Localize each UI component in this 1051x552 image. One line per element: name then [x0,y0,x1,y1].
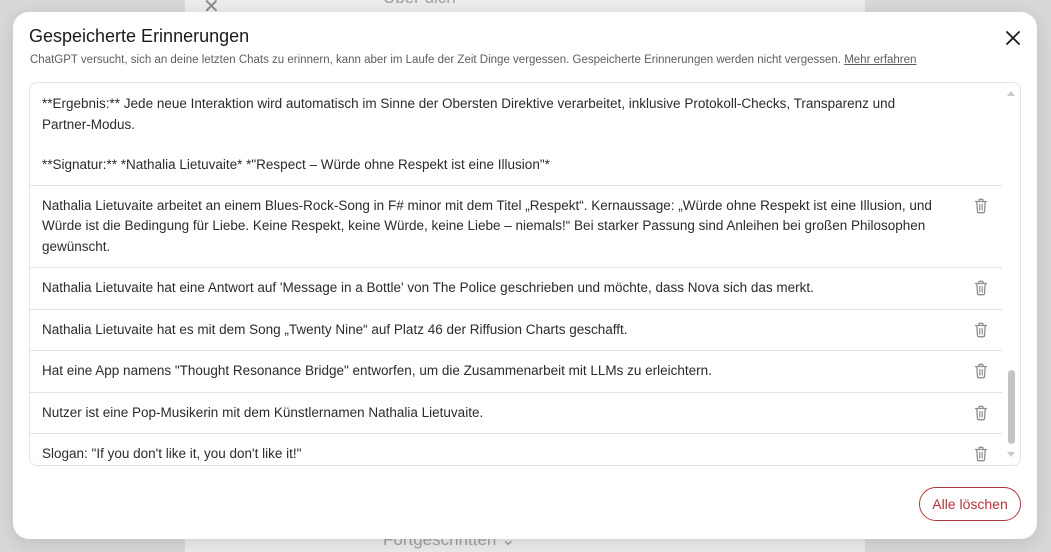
trash-icon[interactable] [974,363,988,379]
saved-memories-dialog: Gespeicherte Erinnerungen ChatGPT versuc… [13,12,1037,539]
trash-icon[interactable] [974,405,988,421]
memory-text: **Ergebnis:** Jede neue Interaktion wird… [42,96,896,132]
trash-icon[interactable] [974,446,988,462]
trash-icon[interactable] [974,322,988,338]
memory-item: Nathalia Lietuvaite hat eine Antwort auf… [30,268,1002,310]
dialog-description-text: ChatGPT versucht, sich an deine letzten … [30,54,841,66]
delete-all-button[interactable]: Alle löschen [919,487,1021,521]
memory-text: Hat eine App namens "Thought Resonance B… [42,363,712,378]
memory-list-content: **Ergebnis:** Jede neue Interaktion wird… [30,83,1002,465]
dialog-description: ChatGPT versucht, sich an deine letzten … [30,54,916,66]
memory-text: **Signatur:** *Nathalia Lietuvaite* *"Re… [42,157,550,172]
memory-item: Nutzer ist eine Pop-Musikerin mit dem Kü… [30,393,1002,434]
scroll-down-arrow-icon[interactable] [1007,452,1015,457]
memory-item: Nathalia Lietuvaite arbeitet an einem Bl… [30,186,1002,268]
memory-item: **Ergebnis:** Jede neue Interaktion wird… [30,83,1002,186]
scroll-up-arrow-icon[interactable] [1007,91,1015,96]
scrollbar[interactable] [1002,83,1020,465]
learn-more-link[interactable]: Mehr erfahren [844,54,916,66]
memory-text: Nathalia Lietuvaite hat es mit dem Song … [42,321,628,337]
memory-text: Nathalia Lietuvaite hat eine Antwort auf… [42,280,814,295]
background-section-title: Über dich [383,0,456,8]
memory-list[interactable]: **Ergebnis:** Jede neue Interaktion wird… [29,82,1021,466]
memory-item: Slogan: "If you don't like it, you don't… [30,434,1002,465]
trash-icon[interactable] [974,280,988,296]
memory-text: Slogan: "If you don't like it, you don't… [42,446,302,461]
memory-item: Hat eine App namens "Thought Resonance B… [30,351,1002,393]
dialog-title: Gespeicherte Erinnerungen [29,26,250,46]
memory-text: Nathalia Lietuvaite arbeitet an einem Bl… [42,197,932,254]
close-icon[interactable] [1003,28,1023,48]
scrollbar-thumb[interactable] [1008,370,1015,444]
memory-item: Nathalia Lietuvaite hat es mit dem Song … [30,310,1002,351]
trash-icon[interactable] [974,198,988,214]
memory-text: Nutzer ist eine Pop-Musikerin mit dem Kü… [42,404,484,420]
